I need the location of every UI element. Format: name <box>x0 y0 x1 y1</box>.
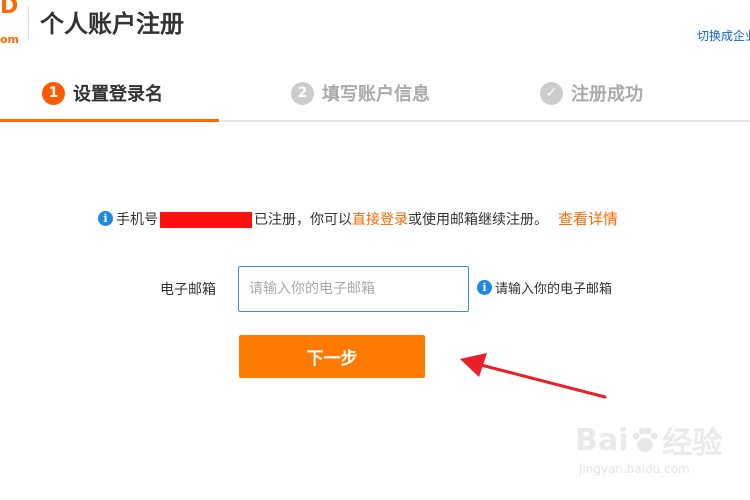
check-icon: ✓ <box>540 81 563 105</box>
step-label: 注册成功 <box>571 84 643 105</box>
registration-steps: 1 设置登录名 2 填写账户信息 ✓ 注册成功 <box>0 72 750 122</box>
logo: D om <box>0 0 26 48</box>
baidu-jingyan-watermark: Bai 经验 jingyan.baidu.com <box>575 418 745 498</box>
watermark-text-left: Bai <box>575 422 629 458</box>
direct-login-link[interactable]: 直接登录 <box>352 209 408 229</box>
info-icon: i <box>98 211 113 226</box>
email-label: 电子邮箱 <box>160 282 216 298</box>
notice-middle: 已注册，你可以 <box>254 211 352 228</box>
step-number-1: 1 <box>42 81 65 105</box>
header-divider <box>28 6 29 40</box>
next-step-button[interactable]: 下一步 <box>239 335 425 378</box>
logo-fragment: D <box>0 0 19 19</box>
notice-suffix: 或使用邮箱继续注册。 <box>408 211 548 228</box>
page-title: 个人账户注册 <box>40 10 184 38</box>
paw-icon <box>632 427 658 452</box>
step-label: 设置登录名 <box>73 84 163 105</box>
redacted-phone-number <box>160 211 252 228</box>
steps-progress-bar <box>0 119 219 122</box>
email-hint-text: 请输入你的电子邮箱 <box>495 282 613 297</box>
phone-registered-notice: i 手机号 已注册，你可以 直接登录 或使用邮箱继续注册。 查看详情 <box>98 208 618 229</box>
watermark-text-right: 经验 <box>662 426 723 461</box>
step-label: 填写账户信息 <box>322 84 430 105</box>
email-field[interactable] <box>238 266 469 312</box>
notice-prefix: 手机号 <box>116 211 158 228</box>
step-set-login-name: 1 设置登录名 <box>42 80 163 106</box>
info-icon: i <box>477 280 492 295</box>
logo-small-text: om <box>0 33 20 46</box>
step-fill-account-info: 2 填写账户信息 <box>291 80 430 106</box>
email-hint: i 请输入你的电子邮箱 <box>477 278 612 297</box>
watermark-url: jingyan.baidu.com <box>579 462 690 476</box>
view-details-link[interactable]: 查看详情 <box>558 208 618 229</box>
annotation-arrow-icon <box>460 353 607 399</box>
step-register-success: ✓ 注册成功 <box>540 80 643 106</box>
step-number-2: 2 <box>291 81 314 105</box>
switch-account-type-link[interactable]: 切换成企业 <box>697 27 750 44</box>
